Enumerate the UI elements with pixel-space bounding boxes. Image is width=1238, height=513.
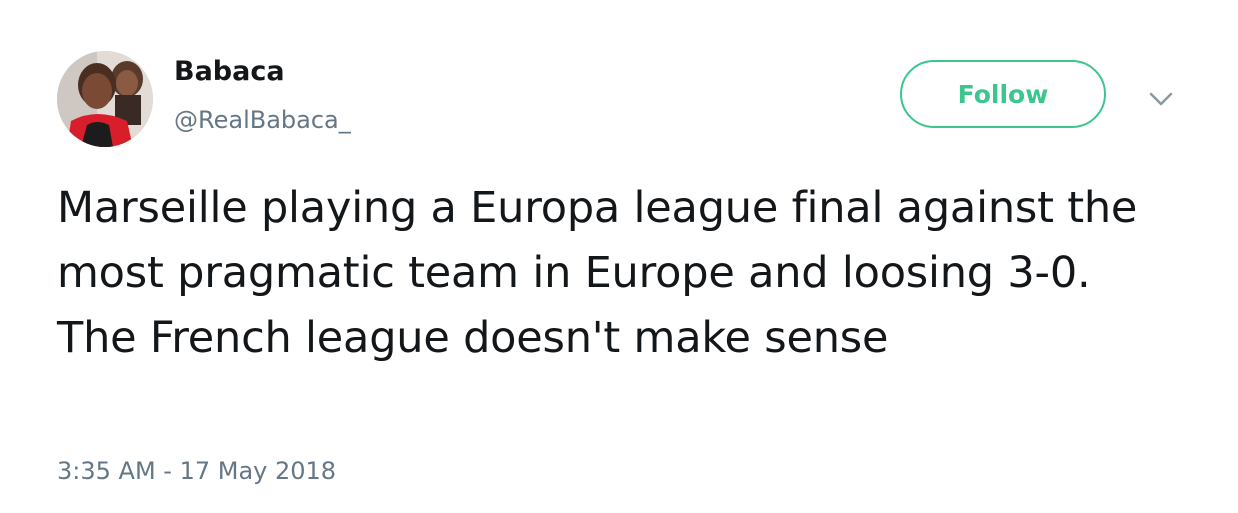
tweet-card: Babaca @RealBabaca_ Follow Marseille pla… [0, 0, 1238, 513]
author-handle[interactable]: @RealBabaca_ [174, 108, 351, 132]
chevron-down-icon[interactable] [1146, 84, 1176, 114]
follow-button[interactable]: Follow [900, 60, 1106, 128]
avatar-photo-icon [57, 51, 153, 147]
avatar[interactable] [57, 51, 153, 147]
author-display-name[interactable]: Babaca [174, 58, 285, 85]
tweet-text: Marseille playing a Europa league final … [57, 183, 1138, 363]
tweet-timestamp[interactable]: 3:35 AM - 17 May 2018 [57, 459, 336, 483]
